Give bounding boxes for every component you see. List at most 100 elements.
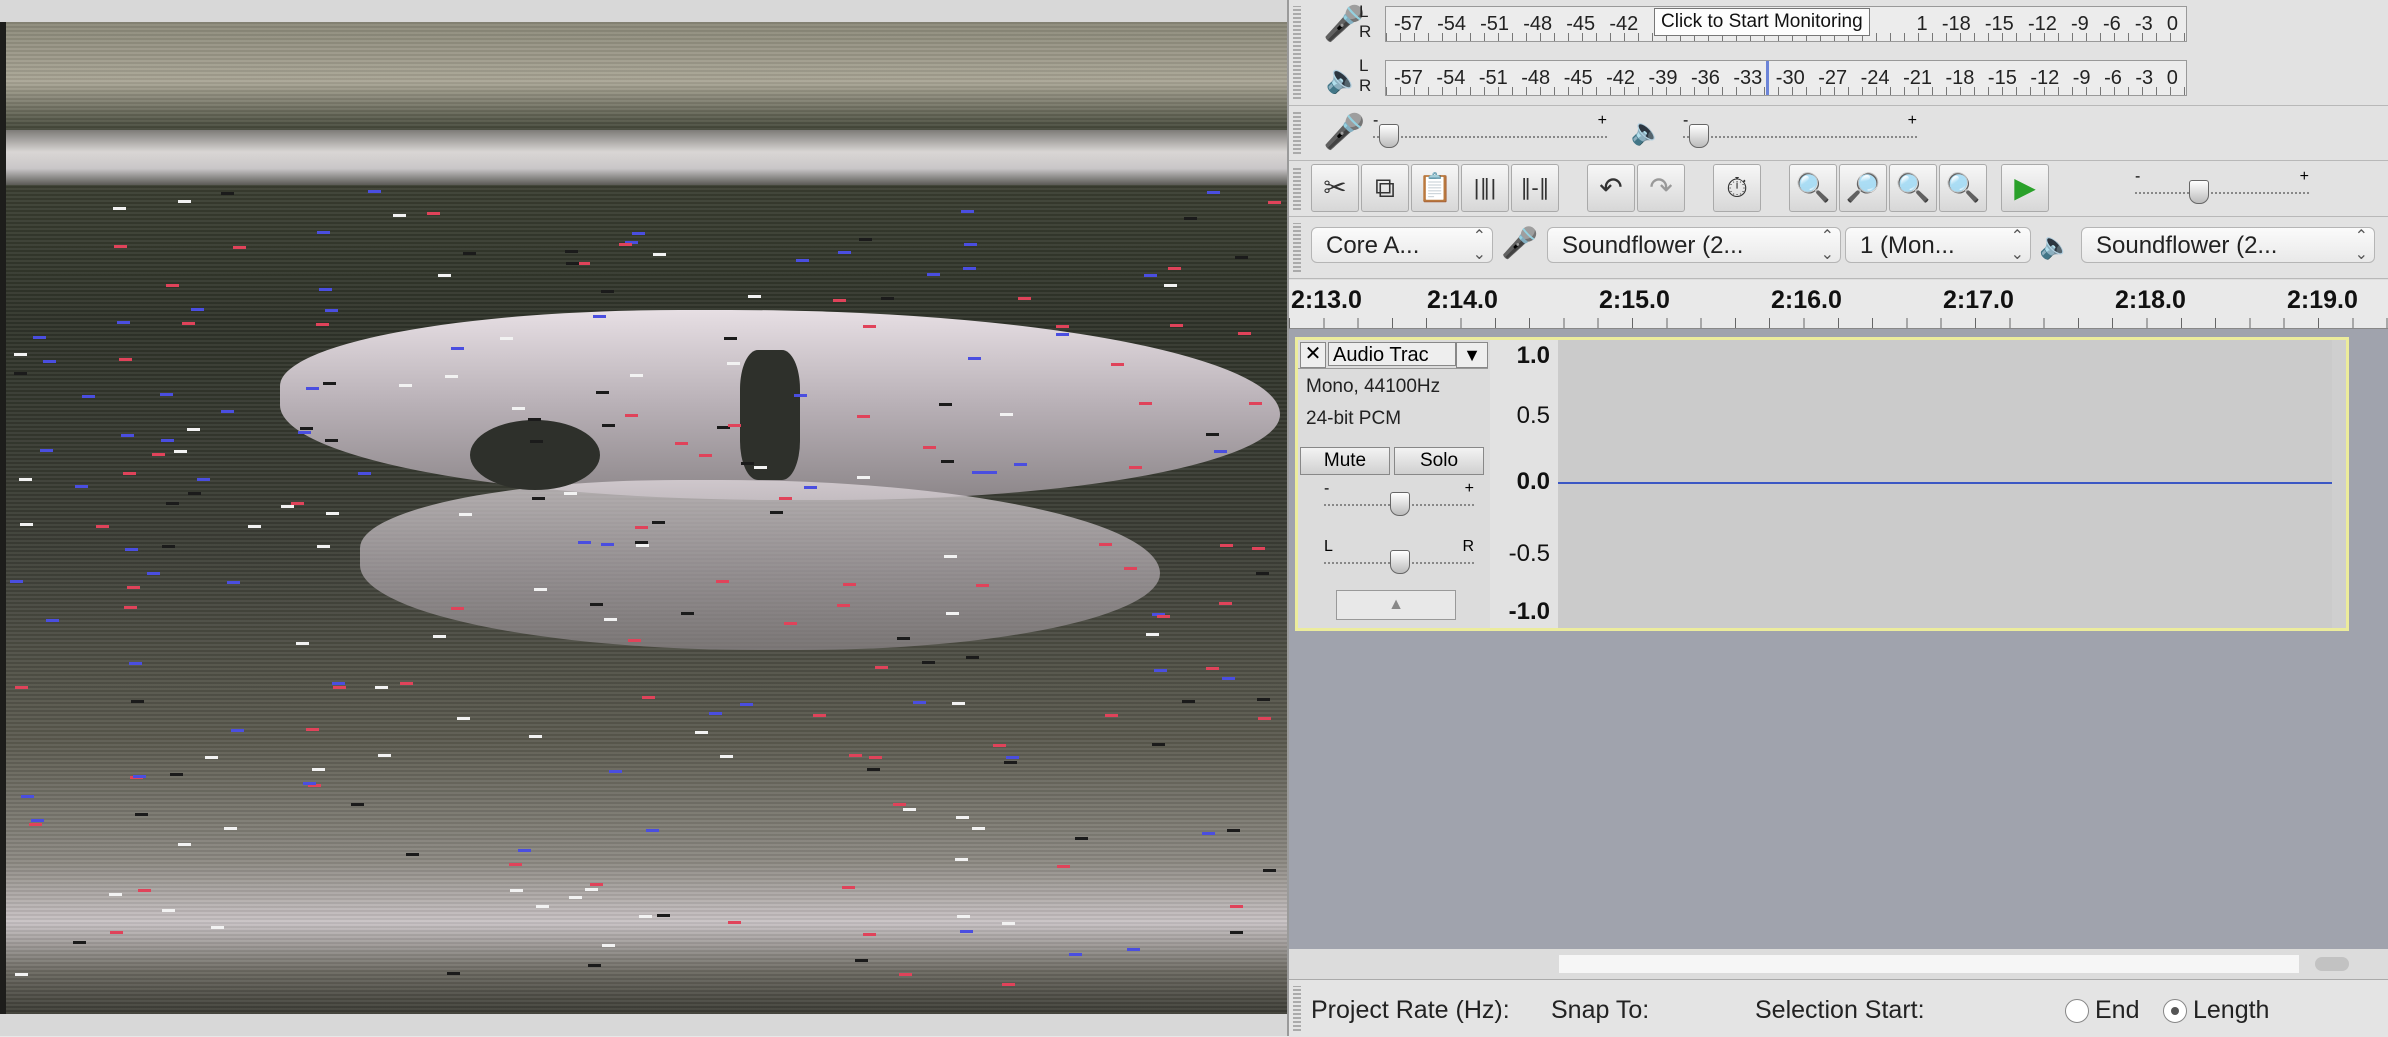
recording-channels-select[interactable]: 1 (Mon... ⌃ ⌄ bbox=[1845, 227, 2031, 263]
audio-host-select[interactable]: Core A... ⌃ ⌄ bbox=[1311, 227, 1493, 263]
toolbar-grip[interactable] bbox=[1293, 986, 1301, 1031]
microphone-icon: 🎤 bbox=[1323, 113, 1366, 151]
gain-slider[interactable]: - + bbox=[1324, 480, 1474, 516]
noise-dash bbox=[170, 772, 184, 776]
playback-volume-slider[interactable]: - + bbox=[1683, 112, 1917, 148]
audio-track[interactable]: ✕ Audio Trac ▼ Mono, 44100Hz 24-bit PCM … bbox=[1295, 337, 2349, 631]
paste-button[interactable]: 📋 bbox=[1411, 164, 1459, 212]
track-name-button[interactable]: Audio Trac bbox=[1328, 342, 1456, 366]
toolbar-grip[interactable] bbox=[1293, 223, 1301, 272]
redo-button[interactable]: ↷ bbox=[1637, 164, 1685, 212]
playback-meter[interactable]: 🔈 LR -57 -54 -51 -48 -45 -42 -39 -36 -33 -30 -27 -2… bbox=[1289, 54, 2189, 106]
slider-thumb[interactable] bbox=[2189, 180, 2209, 204]
solo-button[interactable]: Solo bbox=[1394, 447, 1484, 475]
noise-dash bbox=[1151, 742, 1165, 746]
noise-dash bbox=[121, 434, 135, 438]
sync-lock-button[interactable]: ⏱ bbox=[1713, 164, 1761, 212]
undo-button[interactable]: ↶ bbox=[1587, 164, 1635, 212]
noise-dash bbox=[957, 915, 971, 919]
toolbar-grip[interactable] bbox=[1293, 167, 1301, 210]
timeline-ruler[interactable]: 2:13.0 2:14.0 2:15.0 2:16.0 2:17.0 2:18.… bbox=[1289, 280, 2388, 329]
slider-thumb[interactable] bbox=[1390, 550, 1410, 574]
slider-plus-label: + bbox=[1597, 112, 1607, 129]
trim-button[interactable]: |∥| bbox=[1461, 164, 1509, 212]
silence-button[interactable]: ∥-∥ bbox=[1511, 164, 1559, 212]
vertical-ruler[interactable]: 1.0 0.5 0.0 -0.5 -1.0 bbox=[1490, 340, 1559, 628]
noise-dash bbox=[842, 885, 855, 889]
noise-dash bbox=[322, 382, 336, 386]
slider-thumb[interactable] bbox=[1390, 492, 1410, 516]
noise-dash bbox=[804, 486, 818, 490]
horizontal-scrollbar[interactable] bbox=[1289, 949, 2388, 979]
audacity-window: 🎤 LR -57 -54 -51 -48 -45 -42 1 -18 -15 -… bbox=[1287, 0, 2388, 1037]
noise-dash bbox=[753, 466, 767, 470]
length-radio[interactable] bbox=[2163, 999, 2187, 1023]
noise-dash bbox=[399, 384, 413, 388]
waveform-area[interactable] bbox=[1558, 340, 2332, 628]
toolbar-grip[interactable] bbox=[1293, 112, 1301, 154]
mute-button[interactable]: Mute bbox=[1300, 447, 1390, 475]
noise-dash bbox=[709, 711, 723, 715]
fit-project-button[interactable]: 🔍 bbox=[1939, 164, 1987, 212]
noise-dash bbox=[1056, 332, 1070, 336]
track-control-panel: ✕ Audio Trac ▼ Mono, 44100Hz 24-bit PCM … bbox=[1298, 340, 1492, 628]
noise-dash bbox=[1257, 698, 1271, 702]
noise-dash bbox=[281, 504, 295, 508]
noise-dash bbox=[1206, 432, 1220, 436]
zoom-out-button[interactable]: 🔎 bbox=[1839, 164, 1887, 212]
timeline-label: 2:15.0 bbox=[1599, 286, 1670, 314]
video-figure-shadow bbox=[470, 420, 600, 490]
playback-device-select[interactable]: Soundflower (2... ⌃ ⌄ bbox=[2081, 227, 2375, 263]
cut-button[interactable]: ✂ bbox=[1311, 164, 1359, 212]
noise-dash bbox=[1104, 713, 1118, 717]
slider-minus-label: - bbox=[2135, 168, 2141, 185]
noise-dash bbox=[716, 579, 730, 583]
noise-dash bbox=[913, 701, 927, 705]
play-at-speed-button[interactable]: ▶ bbox=[2001, 164, 2049, 212]
speaker-icon[interactable]: 🔈 bbox=[1323, 62, 1363, 95]
copy-button[interactable]: ⧉ bbox=[1361, 164, 1409, 212]
noise-dash bbox=[1167, 267, 1181, 271]
playback-meter-scale[interactable]: -57 -54 -51 -48 -45 -42 -39 -36 -33 -30 -27 -24 -21-… bbox=[1385, 60, 2187, 96]
recording-volume-slider[interactable]: - + bbox=[1373, 112, 1607, 148]
noise-dash bbox=[652, 520, 666, 524]
noise-dash bbox=[842, 583, 856, 587]
noise-dash bbox=[595, 391, 609, 395]
pan-slider[interactable]: L R bbox=[1324, 538, 1474, 574]
slider-thumb[interactable] bbox=[1379, 124, 1399, 148]
noise-dash bbox=[946, 611, 960, 615]
noise-dash bbox=[593, 315, 607, 319]
track-panel[interactable]: ✕ Audio Trac ▼ Mono, 44100Hz 24-bit PCM … bbox=[1289, 329, 2388, 949]
noise-dash bbox=[43, 360, 57, 364]
recording-meter[interactable]: 🎤 LR -57 -54 -51 -48 -45 -42 1 -18 -15 -… bbox=[1289, 0, 2189, 52]
zoom-in-button[interactable]: 🔍 bbox=[1789, 164, 1837, 212]
fit-selection-button[interactable]: 🔍 bbox=[1889, 164, 1937, 212]
microphone-icon[interactable]: 🎤 bbox=[1323, 4, 1365, 44]
noise-dash bbox=[856, 475, 870, 479]
collapse-track-button[interactable]: ▲ bbox=[1336, 590, 1456, 620]
noise-dash bbox=[938, 403, 952, 407]
noise-dash bbox=[186, 427, 200, 431]
noise-dash bbox=[1258, 717, 1271, 721]
noise-dash bbox=[838, 251, 852, 255]
noise-dash bbox=[875, 665, 889, 669]
end-radio[interactable] bbox=[2065, 999, 2089, 1023]
slider-thumb[interactable] bbox=[1689, 124, 1709, 148]
noise-dash bbox=[1003, 760, 1017, 764]
scrollbar-thumb[interactable] bbox=[2315, 957, 2349, 971]
noise-dash bbox=[303, 781, 317, 785]
play-speed-slider[interactable]: - + bbox=[2135, 168, 2309, 204]
noise-dash bbox=[1235, 256, 1249, 260]
noise-dash bbox=[959, 929, 973, 933]
noise-dash bbox=[641, 696, 655, 700]
close-track-icon[interactable]: ✕ bbox=[1300, 342, 1326, 368]
track-menu-dropdown-icon[interactable]: ▼ bbox=[1456, 342, 1488, 368]
video-window-top-edge bbox=[0, 0, 1287, 24]
timeline-label: 2:18.0 bbox=[2115, 286, 2186, 314]
noise-dash bbox=[113, 206, 127, 210]
noise-dash bbox=[1156, 614, 1170, 618]
noise-dash bbox=[333, 685, 347, 689]
noise-dash bbox=[1153, 669, 1167, 673]
recording-device-select[interactable]: Soundflower (2... ⌃ ⌄ bbox=[1547, 227, 1841, 263]
noise-dash bbox=[357, 472, 371, 476]
